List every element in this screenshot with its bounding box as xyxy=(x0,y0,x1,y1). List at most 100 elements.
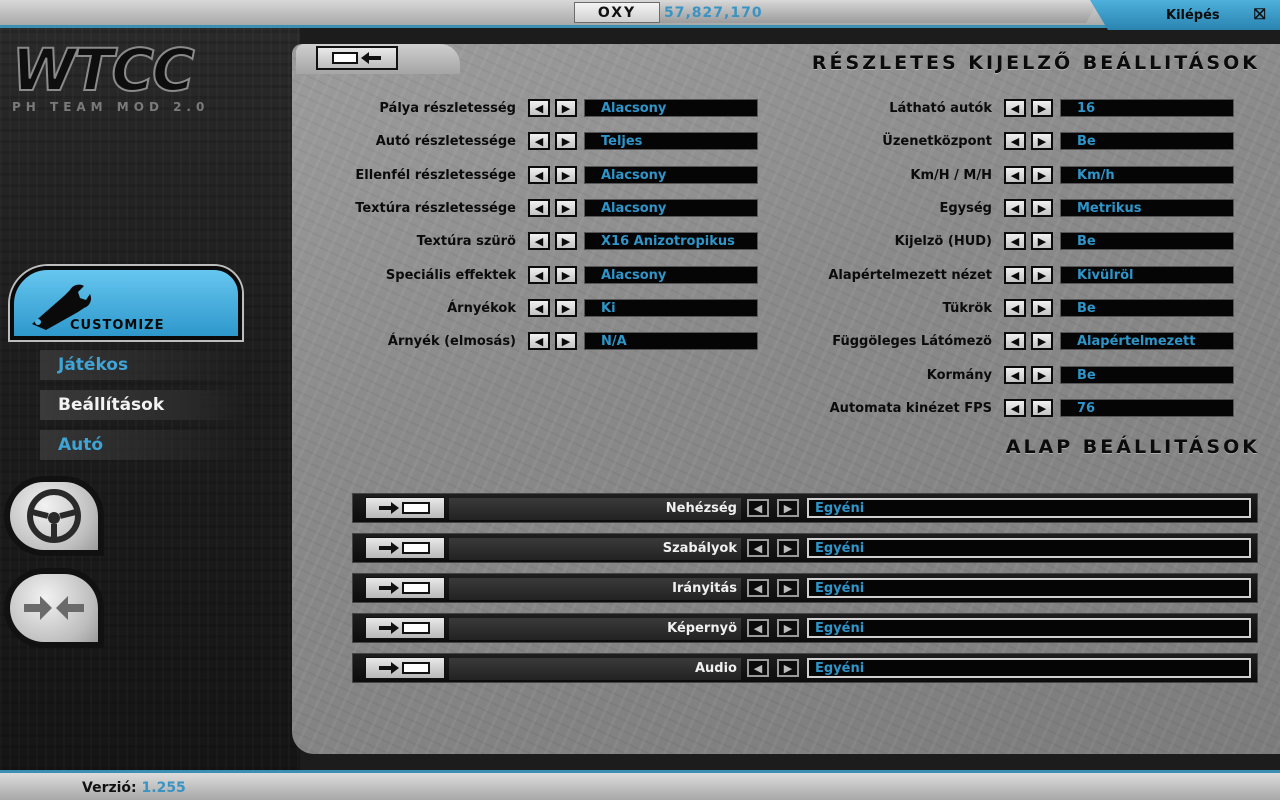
arrow-right-button[interactable]: ▶ xyxy=(777,499,799,517)
exit-label: Kilépés xyxy=(1166,7,1220,23)
setting-label: Kijelzö (HUD) xyxy=(894,233,992,249)
enter-button[interactable] xyxy=(365,617,445,639)
setting-value: Alapértelmezett xyxy=(1060,332,1234,350)
setting-label: Tükrök xyxy=(942,300,992,316)
setting-row: Függöleges Látómezö ◀ ▶ Alapértelmezett xyxy=(340,331,1234,351)
setting-value: Be xyxy=(1060,132,1234,150)
setting-row: Tükrök ◀ ▶ Be xyxy=(340,298,1234,318)
money-value: 57,827,170 xyxy=(664,4,763,21)
arrow-left-button[interactable]: ◀ xyxy=(1004,266,1026,284)
arrow-right-button[interactable]: ▶ xyxy=(777,659,799,677)
base-setting-value: Egyéni xyxy=(807,578,1251,598)
arrow-left-button[interactable]: ◀ xyxy=(1004,399,1026,417)
game-logo: WTCC xyxy=(11,36,196,104)
setting-label: Km/H / M/H xyxy=(910,167,992,183)
arrow-right-button[interactable]: ▶ xyxy=(1031,332,1053,350)
arrow-left-button[interactable]: ◀ xyxy=(1004,99,1026,117)
setting-value: 76 xyxy=(1060,399,1234,417)
race-button[interactable] xyxy=(4,476,104,556)
arrow-right-button[interactable]: ▶ xyxy=(1031,99,1053,117)
base-setting-label: Audio xyxy=(694,660,737,676)
version-label: Verzió: xyxy=(82,780,137,796)
arrow-left-button[interactable]: ◀ xyxy=(1004,199,1026,217)
arrow-left-button[interactable]: ◀ xyxy=(747,539,769,557)
setting-label: Kormány xyxy=(926,367,992,383)
setting-label: Automata kinézet FPS xyxy=(829,400,992,416)
money-display: 57,827,170 xyxy=(648,2,1098,23)
sidebar-item-label: Játékos xyxy=(58,355,129,375)
enter-arrow-icon xyxy=(379,582,430,594)
setting-label: Alapértelmezett nézet xyxy=(828,267,992,283)
arrow-right-button[interactable]: ▶ xyxy=(1031,166,1053,184)
arrow-right-button[interactable]: ▶ xyxy=(777,619,799,637)
setting-row: Látható autók ◀ ▶ 16 xyxy=(340,98,1234,118)
base-setting-screen: Képernyö ◀ ▶ Egyéni xyxy=(352,613,1258,643)
sidebar-item-settings[interactable]: Beállítások xyxy=(40,390,246,420)
arrow-left-button[interactable]: ◀ xyxy=(1004,232,1026,250)
game-logo-subtitle: PH TEAM MOD 2.0 xyxy=(12,100,210,114)
base-settings-title: ALAP BEÁLLITÁSOK xyxy=(1005,436,1260,458)
setting-row: Kijelzö (HUD) ◀ ▶ Be xyxy=(340,231,1234,251)
arrows-inward-icon xyxy=(24,596,84,620)
arrow-right-button[interactable]: ▶ xyxy=(1031,199,1053,217)
display-settings-title: RÉSZLETES KIJELZŐ BEÁLLITÁSOK xyxy=(811,52,1260,74)
setting-row: Üzenetközpont ◀ ▶ Be xyxy=(340,131,1234,151)
arrow-right-button[interactable]: ▶ xyxy=(1031,366,1053,384)
sidebar-item-player[interactable]: Játékos xyxy=(40,350,246,380)
setting-value: Be xyxy=(1060,366,1234,384)
base-setting-label: Szabályok xyxy=(662,540,737,556)
arrow-left-button[interactable]: ◀ xyxy=(747,499,769,517)
enter-button[interactable] xyxy=(365,577,445,599)
setting-label: Üzenetközpont xyxy=(882,133,992,149)
sidebar-item-car[interactable]: Autó xyxy=(40,430,246,460)
enter-arrow-icon xyxy=(379,502,430,514)
base-setting-label: Képernyö xyxy=(667,620,737,636)
base-setting-label: Nehézség xyxy=(665,500,737,516)
enter-arrow-icon xyxy=(379,622,430,634)
arrow-left-button[interactable]: ◀ xyxy=(747,659,769,677)
arrow-left-button[interactable]: ◀ xyxy=(1004,366,1026,384)
arrow-right-button[interactable]: ▶ xyxy=(1031,132,1053,150)
setting-row: Egység ◀ ▶ Metrikus xyxy=(340,198,1234,218)
setting-label: Látható autók xyxy=(889,100,992,116)
back-button[interactable] xyxy=(316,46,398,70)
setting-row: Km/H / M/H ◀ ▶ Km/h xyxy=(340,165,1234,185)
version-info: Verzió: 1.255 xyxy=(82,780,186,796)
enter-button[interactable] xyxy=(365,497,445,519)
setting-row: Kormány ◀ ▶ Be xyxy=(340,365,1234,385)
arrow-left-button[interactable]: ◀ xyxy=(1004,299,1026,317)
setting-label: Egység xyxy=(939,200,992,216)
setting-value: Be xyxy=(1060,232,1234,250)
enter-button[interactable] xyxy=(365,657,445,679)
arrow-right-button[interactable]: ▶ xyxy=(1031,299,1053,317)
arrow-left-button[interactable]: ◀ xyxy=(747,619,769,637)
arrow-left-button[interactable]: ◀ xyxy=(1004,332,1026,350)
arrow-left-button[interactable]: ◀ xyxy=(1004,166,1026,184)
setting-value: Metrikus xyxy=(1060,199,1234,217)
arrow-right-button[interactable]: ▶ xyxy=(1031,266,1053,284)
base-setting-controls: Irányitás ◀ ▶ Egyéni xyxy=(352,573,1258,603)
enter-arrow-icon xyxy=(379,662,430,674)
enter-arrow-icon xyxy=(379,542,430,554)
arrow-right-button[interactable]: ▶ xyxy=(777,579,799,597)
arrow-right-button[interactable]: ▶ xyxy=(777,539,799,557)
enter-button[interactable] xyxy=(365,537,445,559)
status-bar xyxy=(0,770,1280,800)
close-icon[interactable]: ⛝ xyxy=(1254,5,1265,23)
base-setting-value: Egyéni xyxy=(807,658,1251,678)
back-arrow-icon xyxy=(332,52,381,64)
setting-value: Kivülröl xyxy=(1060,266,1234,284)
base-setting-difficulty: Nehézség ◀ ▶ Egyéni xyxy=(352,493,1258,523)
setting-row: Alapértelmezett nézet ◀ ▶ Kivülröl xyxy=(340,265,1234,285)
steering-wheel-icon xyxy=(27,489,81,543)
setting-row: Automata kinézet FPS ◀ ▶ 76 xyxy=(340,398,1234,418)
multiplayer-button[interactable] xyxy=(4,568,104,648)
exit-button[interactable]: Kilépés xyxy=(1090,0,1280,30)
arrow-right-button[interactable]: ▶ xyxy=(1031,232,1053,250)
base-setting-rules: Szabályok ◀ ▶ Egyéni xyxy=(352,533,1258,563)
sidebar-item-label: Autó xyxy=(58,435,104,455)
arrow-left-button[interactable]: ◀ xyxy=(1004,132,1026,150)
arrow-left-button[interactable]: ◀ xyxy=(747,579,769,597)
arrow-right-button[interactable]: ▶ xyxy=(1031,399,1053,417)
setting-value: Km/h xyxy=(1060,166,1234,184)
